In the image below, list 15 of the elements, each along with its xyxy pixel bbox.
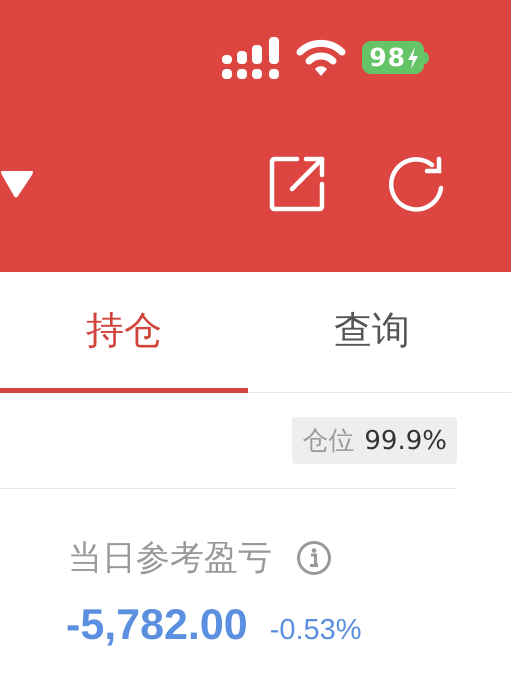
signal-icon	[222, 36, 280, 78]
share-button[interactable]	[269, 156, 325, 212]
badge-label: 仓位	[302, 425, 354, 458]
refresh-button[interactable]	[387, 154, 445, 212]
pnl-value: -5,782.00	[66, 601, 248, 650]
info-icon[interactable]	[296, 540, 332, 576]
pnl-label: 当日参考盈亏	[68, 537, 272, 580]
charging-icon	[407, 46, 419, 68]
pnl-percent: -0.53%	[270, 614, 362, 647]
tab[interactable]: 查询	[248, 272, 496, 393]
caret-icon[interactable]	[0, 168, 34, 198]
tab[interactable]: 持仓	[0, 272, 248, 393]
battery-level: 98	[369, 43, 406, 72]
wifi-icon	[296, 38, 346, 76]
badge-value: 99.9%	[364, 426, 447, 456]
